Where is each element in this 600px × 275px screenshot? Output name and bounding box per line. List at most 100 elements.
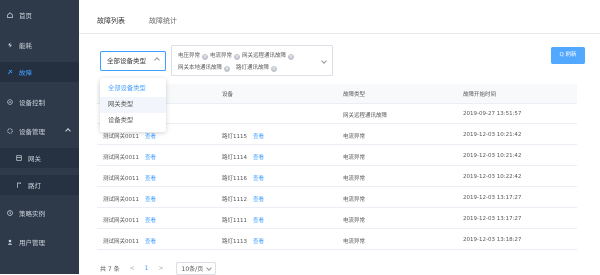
fault-chip[interactable]: 网关本地通讯故障 × bbox=[178, 63, 231, 72]
close-icon[interactable]: × bbox=[288, 54, 295, 60]
table-row: 测试网关0011 查看 路灯1115 查看 电流异常 2019-12-03 10:2… bbox=[97, 125, 577, 145]
refresh-button[interactable]: Q 刷新 bbox=[551, 47, 585, 64]
close-icon[interactable]: × bbox=[234, 54, 241, 60]
page-size-select[interactable]: 10条/页 bbox=[175, 261, 217, 275]
fault-chip[interactable]: 电压异常 × bbox=[178, 51, 209, 60]
page-number[interactable]: 1 bbox=[145, 265, 149, 272]
chevron-up-icon bbox=[154, 57, 160, 63]
sidebar-item-label: 故障 bbox=[19, 69, 32, 77]
prev-page-button[interactable]: < bbox=[130, 265, 135, 272]
cell-device: 路灯1112 查看 bbox=[222, 197, 265, 203]
sidebar-item-label: 设备控制 bbox=[19, 99, 45, 107]
view-link[interactable]: 查看 bbox=[145, 155, 156, 161]
strategy-icon bbox=[7, 210, 13, 216]
cell-time: 2019-12-03 10:21:42 bbox=[463, 132, 522, 138]
sidebar-item-label: 能耗 bbox=[19, 42, 32, 50]
cell-time: 2019-09-27 13:51:57 bbox=[463, 111, 522, 117]
sidebar-item-energy[interactable]: 能耗 bbox=[0, 35, 79, 55]
streetlight-icon bbox=[16, 182, 22, 188]
cell-gateway: 测试网关0011 查看 bbox=[103, 218, 157, 224]
table-row: 测试网关0011 查看 路灯1114 查看 电流异常 2019-12-03 10:2… bbox=[97, 146, 577, 166]
close-icon[interactable]: × bbox=[202, 54, 209, 60]
cell-fault: 电流异常 bbox=[343, 218, 366, 224]
cell-time: 2019-12-03 13:17:27 bbox=[463, 195, 522, 201]
cell-time: 2019-12-03 13:18:27 bbox=[463, 237, 522, 243]
cell-gateway: 测试网关0011 查看 bbox=[103, 155, 157, 161]
chevron-down-icon bbox=[321, 58, 327, 64]
sidebar: 首页 能耗 故障 设备控制 设备管理 网关 路灯 策略实例 用户管理 bbox=[0, 0, 79, 274]
cell-time: 2019-12-03 10:22:42 bbox=[463, 174, 522, 180]
sidebar-item-label: 首页 bbox=[19, 12, 32, 20]
main-content: 故障列表 故障统计 全部设备类型 电压异常 × 电流异常 × 网关远程通讯故障 × 网… bbox=[79, 0, 600, 275]
view-link[interactable]: 查看 bbox=[253, 155, 264, 161]
cell-time: 2019-12-03 10:21:42 bbox=[463, 153, 522, 159]
sidebar-item-label: 设备管理 bbox=[19, 128, 45, 136]
sidebar-item-home[interactable]: 首页 bbox=[0, 5, 79, 25]
tab-fault-list[interactable]: 故障列表 bbox=[97, 12, 125, 34]
sidebar-item-device-management[interactable]: 设备管理 bbox=[0, 121, 79, 141]
view-link[interactable]: 查看 bbox=[145, 134, 156, 140]
view-link[interactable]: 查看 bbox=[145, 218, 156, 224]
view-link[interactable]: 查看 bbox=[145, 239, 156, 245]
fault-chip[interactable]: 网关远程通讯故障 × bbox=[242, 51, 295, 60]
tabs-divider bbox=[79, 33, 600, 34]
sidebar-item-device-control[interactable]: 设备控制 bbox=[0, 92, 79, 112]
sidebar-item-gateway[interactable]: 网关 bbox=[0, 148, 79, 168]
tab-fault-statistics[interactable]: 故障统计 bbox=[149, 12, 177, 34]
dropdown-option-gateway[interactable]: 网关类型 bbox=[100, 97, 166, 113]
table-row: 测试网关0011 查看 路灯1112 查看 电流异常 2019-12-03 13:1… bbox=[97, 188, 577, 208]
chevron-up-icon bbox=[65, 128, 71, 134]
sidebar-item-label: 路灯 bbox=[28, 182, 41, 190]
close-icon[interactable]: × bbox=[224, 66, 231, 72]
view-link[interactable]: 查看 bbox=[253, 218, 264, 224]
cell-fault: 电流异常 bbox=[343, 134, 366, 140]
gateway-icon bbox=[16, 155, 22, 161]
view-link[interactable]: 查看 bbox=[145, 176, 156, 182]
table-row: 网关远程通讯故障 2019-09-27 13:51:57 bbox=[97, 104, 577, 124]
dropdown-option-device[interactable]: 设备类型 bbox=[100, 113, 166, 129]
column-header-start-time: 故障开始时间 bbox=[463, 92, 497, 98]
view-link[interactable]: 查看 bbox=[253, 197, 264, 203]
fault-icon bbox=[7, 69, 13, 75]
cell-fault: 电流异常 bbox=[343, 155, 366, 161]
sidebar-item-user-management[interactable]: 用户管理 bbox=[0, 232, 79, 252]
total-count: 共 7 条 bbox=[100, 265, 120, 273]
sidebar-item-strategy[interactable]: 策略实例 bbox=[0, 203, 79, 223]
cell-fault: 电流异常 bbox=[343, 239, 366, 245]
cell-device: 路灯1115 查看 bbox=[222, 134, 265, 140]
cell-fault: 网关远程通讯故障 bbox=[343, 113, 388, 119]
view-link[interactable]: 查看 bbox=[253, 176, 264, 182]
view-link[interactable]: 查看 bbox=[145, 197, 156, 203]
cell-gateway: 测试网关0011 查看 bbox=[103, 197, 157, 203]
cell-device: 路灯1114 查看 bbox=[222, 155, 265, 161]
fault-chip[interactable]: 路灯通讯故障 × bbox=[236, 63, 278, 72]
device-type-select[interactable]: 全部设备类型 bbox=[100, 51, 166, 71]
dropdown-option-all[interactable]: 全部设备类型 bbox=[100, 81, 166, 97]
view-link[interactable]: 查看 bbox=[253, 239, 264, 245]
pagination: 共 7 条 < 1 > 10条/页 bbox=[100, 261, 217, 275]
cell-fault: 电流异常 bbox=[343, 197, 366, 203]
user-icon bbox=[7, 239, 13, 245]
column-header-device: 设备 bbox=[222, 92, 234, 98]
sidebar-item-fault[interactable]: 故障 bbox=[0, 62, 79, 82]
device-type-dropdown: 全部设备类型 网关类型 设备类型 bbox=[100, 78, 166, 132]
cell-gateway: 测试网关0011 查看 bbox=[103, 176, 157, 182]
sidebar-item-label: 策略实例 bbox=[19, 210, 45, 218]
sidebar-item-streetlight[interactable]: 路灯 bbox=[0, 175, 79, 195]
table-row: 测试网关0011 查看 路灯1116 查看 电流异常 2019-12-03 10:2… bbox=[97, 167, 577, 187]
tab-bar: 故障列表 故障统计 bbox=[97, 12, 177, 34]
cell-device: 路灯1113 查看 bbox=[222, 239, 265, 245]
sidebar-item-label: 用户管理 bbox=[19, 239, 45, 247]
cell-gateway: 测试网关0011 查看 bbox=[103, 134, 157, 140]
view-link[interactable]: 查看 bbox=[253, 134, 264, 140]
energy-icon bbox=[7, 42, 13, 48]
sidebar-item-label: 网关 bbox=[28, 155, 41, 163]
device-icon bbox=[7, 128, 13, 134]
fault-type-multiselect[interactable]: 电压异常 × 电流异常 × 网关远程通讯故障 × 网关本地通讯故障 × 路灯通讯故障 × bbox=[171, 45, 333, 76]
cell-gateway: 测试网关0011 查看 bbox=[103, 239, 157, 245]
fault-chip[interactable]: 电流异常 × bbox=[210, 51, 241, 60]
next-page-button[interactable]: > bbox=[159, 265, 164, 272]
close-icon[interactable]: × bbox=[271, 66, 278, 72]
device-type-value: 全部设备类型 bbox=[107, 57, 146, 65]
control-icon bbox=[7, 99, 13, 105]
